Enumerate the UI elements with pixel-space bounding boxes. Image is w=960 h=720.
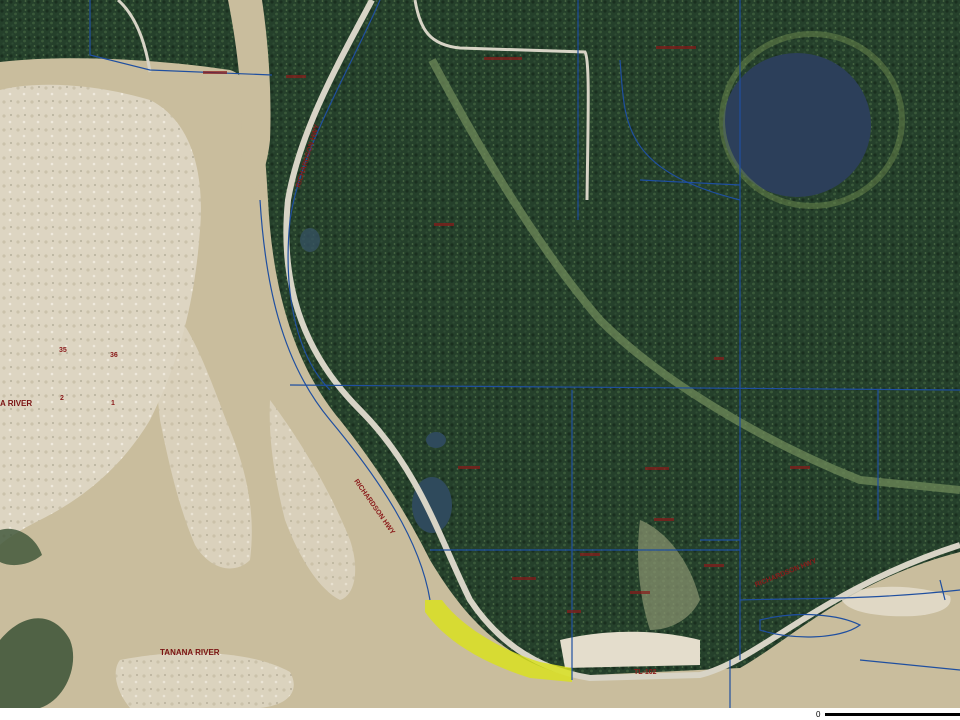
- pond-small: [426, 432, 446, 448]
- label-section-35: 35: [59, 347, 67, 354]
- gravel-bar-southeast: [560, 631, 700, 668]
- label-river-west: A RIVER: [0, 399, 32, 408]
- label-river-south: TANANA RIVER: [160, 648, 220, 657]
- scale-zero-label: 0: [816, 710, 821, 719]
- label-section-2: 2: [60, 395, 64, 402]
- pond-north: [300, 228, 320, 252]
- label-section-1: 1: [111, 400, 115, 407]
- scale-bar: [825, 713, 960, 716]
- aerial-map[interactable]: RICHARDSON HWY RICHARDSON HWY RICHARDSON…: [0, 0, 960, 708]
- label-section-36: 36: [110, 352, 118, 359]
- label-road-code: TL-102: [634, 669, 657, 676]
